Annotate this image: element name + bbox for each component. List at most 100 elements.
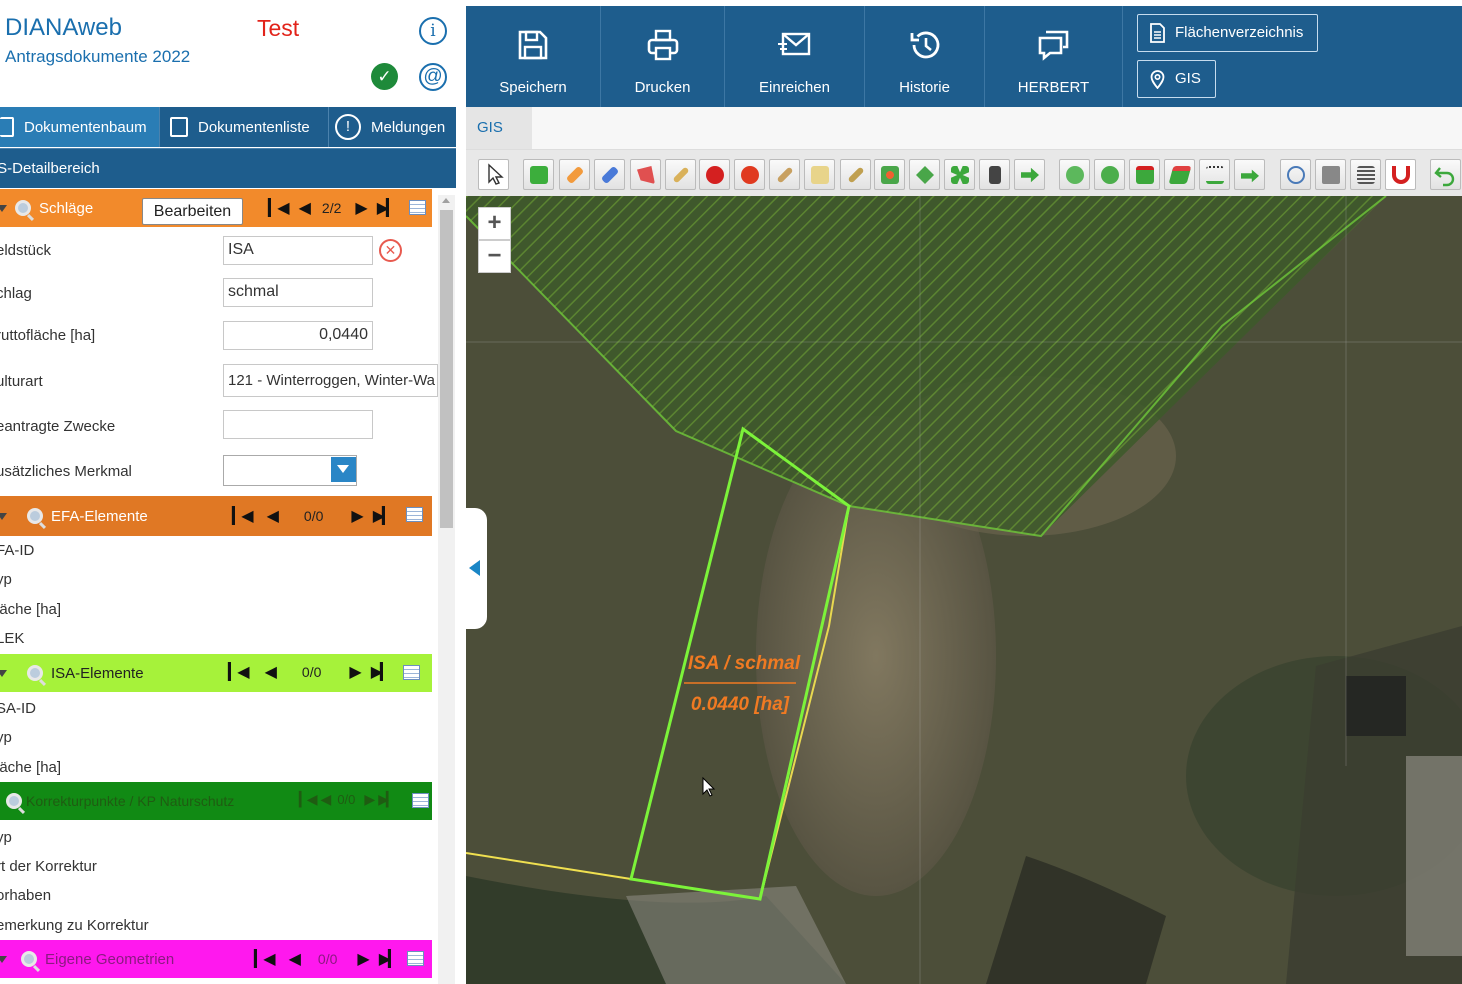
- first-record-icon[interactable]: ▎◀: [228, 662, 250, 682]
- kulturart-field[interactable]: 121 - Winterroggen, Winter-Wa: [223, 364, 438, 397]
- schlag-field[interactable]: schmal: [223, 278, 373, 307]
- measure-icon[interactable]: [1199, 159, 1230, 190]
- zoom-out-button[interactable]: −: [478, 240, 511, 273]
- legend-icon[interactable]: [1350, 159, 1381, 190]
- note-icon[interactable]: [804, 159, 835, 190]
- map-canvas[interactable]: ISA / schmal 0.0440 [ha]: [466, 196, 1462, 984]
- zoom-layer-icon[interactable]: [1059, 159, 1090, 190]
- tab-dokumentenbaum[interactable]: Dokumentenbaum: [0, 107, 160, 147]
- check-icon[interactable]: ✓: [371, 63, 398, 90]
- flaechenverzeichnis-button[interactable]: Flächenverzeichnis: [1137, 14, 1318, 52]
- field-label-zwecke: eantragte Zwecke: [0, 418, 116, 435]
- pencil-grey-icon[interactable]: [769, 159, 800, 190]
- scrollbar-thumb[interactable]: [440, 210, 453, 528]
- prev-record-icon[interactable]: ◀: [321, 791, 332, 808]
- first-record-icon[interactable]: ▎◀: [232, 506, 254, 526]
- last-record-icon[interactable]: ▶▎: [378, 791, 396, 808]
- merge-icon[interactable]: [909, 159, 940, 190]
- expand-arrow-icon[interactable]: [0, 669, 7, 677]
- first-record-icon[interactable]: ▎◀: [299, 791, 317, 808]
- next-record-icon[interactable]: ▶: [351, 506, 363, 526]
- scrollbar[interactable]: [438, 195, 455, 984]
- at-icon[interactable]: @: [419, 63, 447, 91]
- zoom-add-icon[interactable]: [1094, 159, 1125, 190]
- tab-gis[interactable]: GIS: [466, 107, 532, 149]
- magnifier-icon[interactable]: [27, 665, 43, 681]
- app-title: DIANAweb: [5, 14, 122, 41]
- prev-record-icon[interactable]: ◀: [265, 662, 277, 682]
- prev-record-icon[interactable]: ◀: [299, 198, 311, 218]
- next-record-icon[interactable]: ▶: [355, 198, 367, 218]
- group-eigene-geometrien[interactable]: Eigene Geometrien ▎◀ ◀ 0/0 ▶ ▶▎: [0, 940, 432, 978]
- layer-top-icon[interactable]: [1129, 159, 1160, 190]
- last-record-icon[interactable]: ▶▎: [373, 506, 395, 526]
- zoom-in-button[interactable]: +: [478, 207, 511, 240]
- prev-record-icon[interactable]: ◀: [267, 506, 279, 526]
- submit-button[interactable]: Einreichen: [725, 6, 865, 107]
- first-record-icon[interactable]: ▎◀: [268, 198, 290, 218]
- first-record-icon[interactable]: ▎◀: [254, 949, 276, 969]
- edit-button[interactable]: Bearbeiten: [142, 198, 243, 225]
- expand-arrow-icon[interactable]: [0, 204, 7, 212]
- next-record-icon[interactable]: ▶: [357, 949, 369, 969]
- scroll-up-icon[interactable]: [442, 198, 450, 203]
- chevron-down-icon[interactable]: [331, 457, 356, 482]
- next-record-icon[interactable]: ▶: [364, 791, 375, 808]
- group-efa[interactable]: EFA-Elemente ▎◀ ◀ 0/0 ▶ ▶▎: [0, 496, 432, 536]
- pencil-icon[interactable]: [665, 159, 696, 190]
- magnifier-icon[interactable]: [21, 951, 37, 967]
- move-feature-icon[interactable]: [523, 159, 554, 190]
- printer-icon[interactable]: [1315, 159, 1346, 190]
- draw-orange-icon[interactable]: [559, 159, 590, 190]
- draw-blue-icon[interactable]: [594, 159, 625, 190]
- expand-arrow-icon[interactable]: [0, 955, 7, 963]
- panel-collapse-handle[interactable]: [465, 508, 487, 629]
- bruttoflaeche-field[interactable]: 0,0440: [223, 321, 373, 350]
- group-korrektur[interactable]: Korrekturpunkte / KP Naturschutz ▎◀ ◀ 0/…: [0, 782, 432, 820]
- select-pointer-icon[interactable]: [478, 159, 509, 190]
- map-view[interactable]: ISA / schmal 0.0440 [ha] + −: [466, 196, 1462, 984]
- button-label: Drucken: [634, 79, 691, 96]
- expand-arrow-icon[interactable]: [0, 512, 7, 520]
- last-record-icon[interactable]: ▶▎: [371, 662, 393, 682]
- group-isa[interactable]: ISA-Elemente ▎◀ ◀ 0/0 ▶ ▶▎: [0, 654, 432, 692]
- herbert-button[interactable]: HERBERT: [985, 6, 1123, 107]
- save-button[interactable]: Speichern: [466, 6, 601, 107]
- trash-icon[interactable]: [979, 159, 1010, 190]
- magnifier-icon[interactable]: [15, 200, 31, 216]
- bug-orange-icon[interactable]: [734, 159, 765, 190]
- scale-icon[interactable]: [944, 159, 975, 190]
- clear-icon[interactable]: ✕: [379, 239, 402, 262]
- info-icon[interactable]: i: [419, 17, 447, 45]
- undo-icon[interactable]: [1430, 159, 1461, 190]
- add-location-icon[interactable]: [1280, 159, 1311, 190]
- table-icon[interactable]: [409, 200, 426, 215]
- magnifier-icon[interactable]: [6, 793, 22, 809]
- bug-red-icon[interactable]: [699, 159, 730, 190]
- history-button[interactable]: Historie: [865, 6, 985, 107]
- magnet-icon[interactable]: [1385, 159, 1416, 190]
- print-button[interactable]: Drucken: [601, 6, 725, 107]
- layers-icon[interactable]: [1164, 159, 1195, 190]
- gis-button[interactable]: GIS: [1137, 60, 1216, 98]
- tab-meldungen[interactable]: ! Meldungen: [329, 107, 456, 147]
- last-record-icon[interactable]: ▶▎: [379, 949, 401, 969]
- feldstueck-field[interactable]: ISA: [223, 236, 373, 265]
- transfer-icon[interactable]: [1234, 159, 1265, 190]
- group-schlaege[interactable]: Schläge Bearbeiten ▎◀ ◀ 2/2 ▶ ▶▎: [0, 189, 432, 227]
- next-record-icon[interactable]: ▶: [349, 662, 361, 682]
- print-icon: [647, 29, 678, 61]
- last-record-icon[interactable]: ▶▎: [377, 198, 399, 218]
- table-icon[interactable]: [412, 793, 429, 808]
- table-icon[interactable]: [407, 951, 424, 966]
- arrow-right-icon[interactable]: [1014, 159, 1045, 190]
- zwecke-field[interactable]: [223, 410, 373, 439]
- tab-dokumentenliste[interactable]: Dokumentenliste: [160, 107, 329, 147]
- table-icon[interactable]: [403, 665, 420, 680]
- prev-record-icon[interactable]: ◀: [289, 949, 301, 969]
- polygon-draw-icon[interactable]: [630, 159, 661, 190]
- table-icon[interactable]: [406, 507, 423, 522]
- split-icon[interactable]: [874, 159, 905, 190]
- edit-vertex-icon[interactable]: [840, 159, 871, 190]
- magnifier-icon[interactable]: [27, 508, 43, 524]
